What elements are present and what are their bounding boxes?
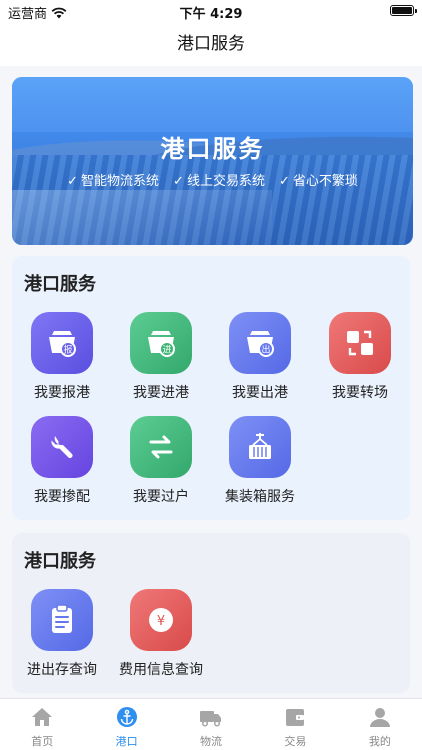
home-icon	[32, 708, 53, 726]
svg-text:进: 进	[162, 345, 171, 356]
ownership-transfer-label: 我要过户	[133, 489, 189, 505]
container-service-button[interactable]: 集装箱服务	[212, 416, 308, 506]
inventory-query-button[interactable]: 进出存查询	[14, 589, 110, 679]
query-services-card: 港口服务 进出存查询 ¥ 费用信息查询	[12, 533, 410, 693]
tab-label: 首页	[31, 735, 54, 748]
container-crane-icon	[229, 416, 291, 478]
user-icon	[369, 708, 390, 727]
status-time: 下午 4:29	[179, 7, 243, 22]
banner-port-dock	[12, 190, 272, 245]
hero-banner[interactable]: 港口服务 ✓ 智能物流系统 ✓ 线上交易系统 ✓ 省心不繁琐	[12, 77, 413, 245]
check-icon: ✓	[67, 174, 79, 189]
page-title: 港口服务	[177, 34, 245, 54]
transfer-button[interactable]: 我要转场	[312, 312, 408, 402]
tab-bar: 首页 港口 物流 交易 我的	[0, 698, 422, 750]
inventory-query-label: 进出存查询	[27, 662, 97, 678]
tab-label: 交易	[284, 735, 307, 748]
blend-button[interactable]: 我要掺配	[14, 416, 110, 506]
fee-query-button[interactable]: ¥ 费用信息查询	[113, 589, 209, 679]
banner-feature: ✓ 省心不繁琐	[278, 174, 358, 189]
banner-title: 港口服务	[160, 135, 265, 163]
check-icon: ✓	[173, 174, 184, 189]
banner-features: ✓ 智能物流系统 ✓ 线上交易系统 ✓ 省心不繁琐	[12, 170, 413, 189]
check-icon: ✓	[278, 174, 290, 189]
anchor-icon	[116, 707, 137, 727]
report-port-label: 我要报港	[34, 385, 90, 401]
nav-bar: 港口服务	[0, 22, 422, 66]
exit-port-button[interactable]: 出 我要出港	[212, 312, 308, 402]
svg-text:报: 报	[63, 344, 72, 356]
tab-mine[interactable]: 我的	[338, 699, 422, 750]
ownership-transfer-button[interactable]: 我要过户	[113, 416, 209, 506]
clipboard-icon	[31, 589, 93, 651]
truck-icon	[200, 711, 222, 727]
svg-text:出: 出	[261, 344, 270, 356]
enter-port-button[interactable]: 进 我要进港	[113, 312, 209, 402]
blend-label: 我要掺配	[34, 489, 90, 505]
ship-report-icon: 报	[31, 312, 93, 374]
container-service-label: 集装箱服务	[225, 489, 295, 505]
tab-label: 物流	[200, 735, 223, 748]
status-bar: 运营商 下午 4:29	[0, 0, 422, 22]
ship-enter-icon: 进	[130, 312, 192, 374]
section-title: 港口服务	[24, 274, 96, 295]
yuan-coin-icon: ¥	[130, 589, 192, 651]
port-services-card: 港口服务 报 我要报港 进 我要进港 出 我要出港 我要转场 我要掺配 我要过户…	[12, 256, 410, 520]
report-port-button[interactable]: 报 我要报港	[14, 312, 110, 402]
transfer-label: 我要转场	[332, 385, 388, 401]
exit-port-label: 我要出港	[232, 385, 288, 401]
tab-label: 我的	[368, 735, 391, 748]
wallet-icon	[286, 709, 305, 726]
ship-exit-icon: 出	[229, 312, 291, 374]
swap-arrows-icon	[130, 416, 192, 478]
svg-text:¥: ¥	[157, 614, 165, 629]
enter-port-label: 我要进港	[133, 385, 189, 401]
section-title: 港口服务	[24, 551, 96, 572]
fee-query-label: 费用信息查询	[119, 662, 203, 678]
tab-home[interactable]: 首页	[0, 699, 84, 750]
tab-port[interactable]: 港口	[84, 699, 168, 750]
tab-label: 港口	[115, 735, 138, 748]
banner-feature: ✓ 线上交易系统	[173, 174, 265, 189]
wrench-icon	[31, 416, 93, 478]
tab-logistics[interactable]: 物流	[169, 699, 253, 750]
tab-trade[interactable]: 交易	[253, 699, 337, 750]
transfer-icon	[329, 312, 391, 374]
battery-icon	[390, 5, 417, 16]
banner-feature: ✓ 智能物流系统	[67, 174, 160, 189]
